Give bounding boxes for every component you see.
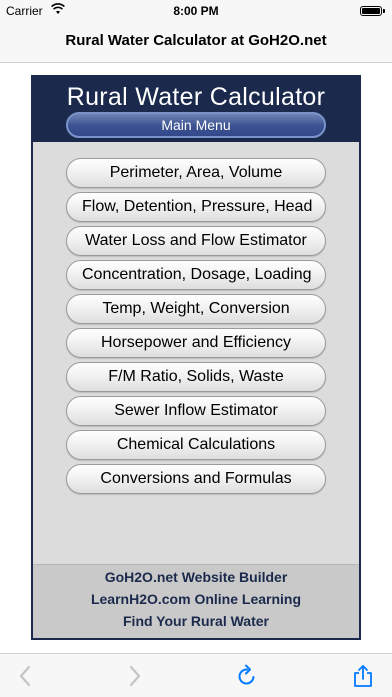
link-goh2o-website-builder[interactable]: GoH2O.net Website Builder: [33, 566, 359, 588]
bottom-toolbar: [0, 653, 392, 697]
web-content: Rural Water Calculator Main Menu Perimet…: [0, 63, 392, 653]
forward-arrow-icon[interactable]: [123, 664, 145, 688]
menu-button-perimeter-area-volume[interactable]: Perimeter, Area, Volume: [66, 158, 326, 188]
link-learnh2o-online-learning[interactable]: LearnH2O.com Online Learning: [33, 588, 359, 610]
status-bar: Carrier 8:00 PM: [0, 0, 392, 22]
navigation-bar: Rural Water Calculator at GoH2O.net: [0, 22, 392, 63]
menu-button-temp-weight-conversion[interactable]: Temp, Weight, Conversion: [66, 294, 326, 324]
menu-button-concentration-dosage-loading[interactable]: Concentration, Dosage, Loading: [66, 260, 326, 290]
link-find-your-rural-water[interactable]: Find Your Rural Water: [33, 610, 359, 632]
menu-button-horsepower-efficiency[interactable]: Horsepower and Efficiency: [66, 328, 326, 358]
menu-button-water-loss-flow-estimator[interactable]: Water Loss and Flow Estimator: [66, 226, 326, 256]
clock: 8:00 PM: [173, 4, 219, 18]
calculator-footer: GoH2O.net Website Builder LearnH2O.com O…: [33, 564, 359, 638]
reload-icon[interactable]: [236, 664, 258, 688]
battery-icon: [360, 6, 385, 16]
calculator-panel: Rural Water Calculator Main Menu Perimet…: [31, 75, 361, 640]
page-title: Rural Water Calculator at GoH2O.net: [65, 32, 327, 49]
menu-button-fm-ratio-solids-waste[interactable]: F/M Ratio, Solids, Waste: [66, 362, 326, 392]
menu-button-conversions-formulas[interactable]: Conversions and Formulas: [66, 464, 326, 494]
calculator-title: Rural Water Calculator: [66, 83, 326, 111]
share-icon[interactable]: [352, 664, 374, 688]
back-arrow-icon[interactable]: [15, 664, 37, 688]
main-menu-button[interactable]: Main Menu: [66, 112, 326, 138]
calculator-header: Rural Water Calculator Main Menu: [33, 77, 359, 142]
menu-button-flow-detention-pressure-head[interactable]: Flow, Detention, Pressure, Head: [66, 192, 326, 222]
menu-button-sewer-inflow-estimator[interactable]: Sewer Inflow Estimator: [66, 396, 326, 426]
menu-button-chemical-calculations[interactable]: Chemical Calculations: [66, 430, 326, 460]
